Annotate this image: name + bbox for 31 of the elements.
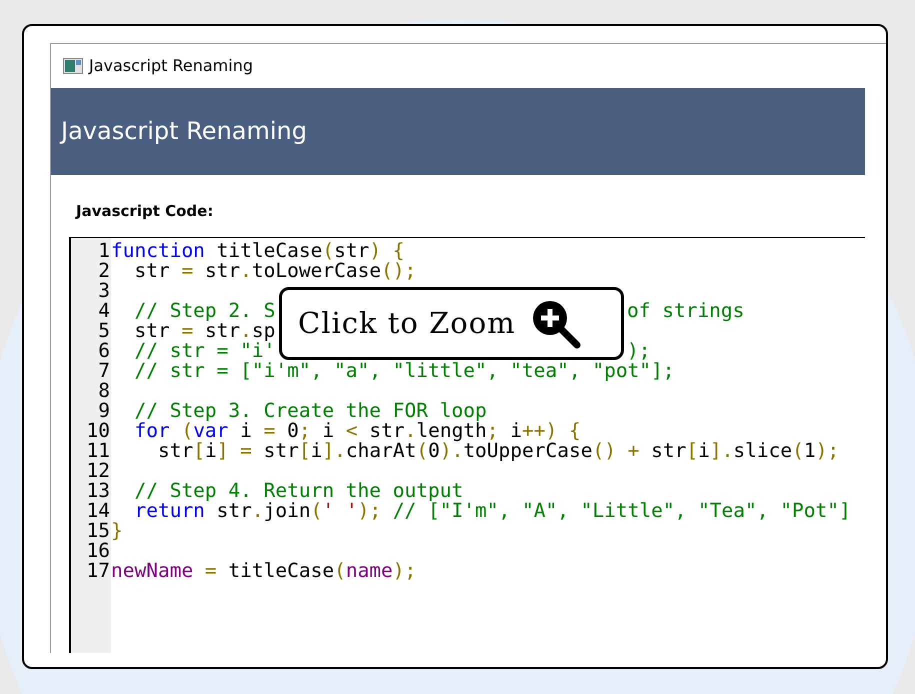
line-number: 15 (86, 520, 110, 541)
line-number: 17 (86, 560, 110, 581)
code-line: function titleCase(str) { (111, 238, 405, 262)
code-line: // str = ["i'm", "a", "little", "tea", "pot"]; (133, 358, 675, 382)
line-number: 4 (98, 300, 110, 321)
line-number: 12 (86, 460, 110, 481)
line-number: 14 (86, 500, 110, 521)
window-title: Javascript Renaming (89, 54, 253, 77)
line-number: 1 (98, 240, 110, 261)
code-line: newName = titleCase(name); (111, 558, 416, 582)
line-number: 7 (98, 360, 110, 381)
line-number: 11 (86, 440, 110, 461)
header-title: Javascript Renaming (61, 116, 307, 148)
app-icon (63, 58, 83, 74)
code-line: } (111, 518, 123, 542)
zoom-button[interactable]: Click to Zoom (279, 287, 624, 360)
code-line: // Step 2. S (133, 298, 276, 322)
code-label: Javascript Code: (76, 202, 214, 220)
code-line: ); (627, 340, 650, 361)
line-number: 16 (86, 540, 110, 561)
line-number: 9 (98, 400, 110, 421)
line-number: 8 (98, 380, 110, 401)
line-number: 5 (98, 320, 110, 341)
code-line: // Step 3. Create the FOR loop (133, 398, 487, 422)
line-number: 10 (86, 420, 110, 441)
code-line: of strings (627, 300, 744, 321)
code-line: // Step 4. Return the output (133, 478, 464, 502)
line-number: 6 (98, 340, 110, 361)
line-number: 2 (98, 260, 110, 281)
line-number: 3 (98, 280, 110, 301)
line-number: 13 (86, 480, 110, 501)
